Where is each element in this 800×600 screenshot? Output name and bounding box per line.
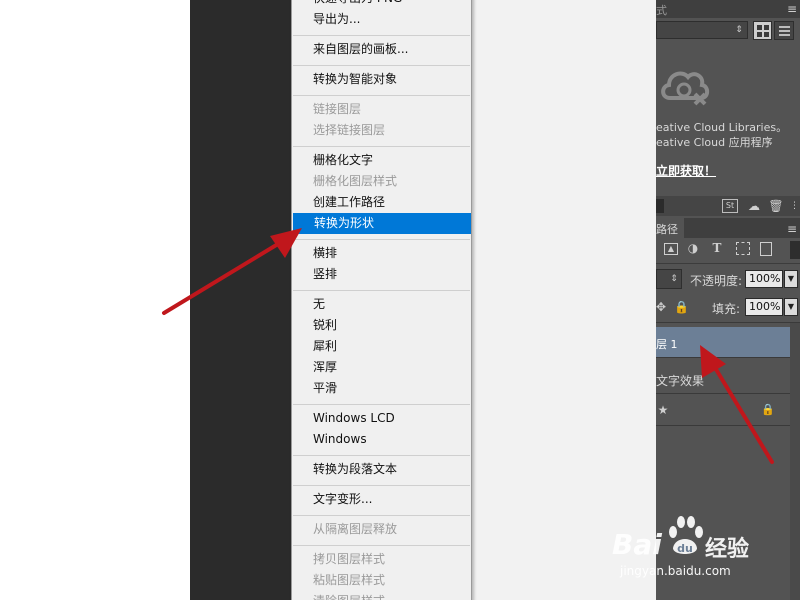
fill-field[interactable]: 100% xyxy=(745,298,783,316)
menu-item-paste-layer-style[interactable]: 粘贴图层样式 xyxy=(292,570,471,591)
fill-slider-arrow-icon[interactable]: ▼ xyxy=(784,298,798,316)
menu-item-convert-smart-object[interactable]: 转换为智能对象 xyxy=(292,69,471,90)
filter-adjustment-icon[interactable]: ◑ xyxy=(686,241,700,255)
outside-area xyxy=(0,0,190,600)
menu-separator xyxy=(293,35,470,36)
fill-label: 填充: xyxy=(712,302,741,316)
menu-item-clear-layer-style[interactable]: 清除图层样式 xyxy=(292,591,471,600)
menu-item-antialias-strong[interactable]: 浑厚 xyxy=(292,357,471,378)
menu-separator xyxy=(293,404,470,405)
menu-item-windows-lcd[interactable]: Windows LCD xyxy=(292,408,471,429)
filter-pixel-icon[interactable]: ▲ xyxy=(664,243,678,255)
resize-grip-icon[interactable]: ⋮ xyxy=(790,201,799,211)
menu-item-warp-text[interactable]: 文字变形... xyxy=(292,489,471,510)
layer-context-menu: 快速导出为 PNG 导出为... 来自图层的画板... 转换为智能对象 链接图层… xyxy=(291,0,472,600)
layer-row[interactable]: 层 1 xyxy=(656,327,800,358)
blend-dropdown-arrow-icon: ⇕ xyxy=(670,274,678,284)
cc-message-line-1: eative Cloud Libraries。 xyxy=(656,121,788,134)
opacity-label: 不透明度: xyxy=(690,274,743,288)
menu-item-antialias-crisp[interactable]: 犀利 xyxy=(292,336,471,357)
menu-item-copy-layer-style[interactable]: 拷贝图层样式 xyxy=(292,549,471,570)
menu-item-link-layers[interactable]: 链接图层 xyxy=(292,99,471,120)
menu-separator xyxy=(293,455,470,456)
filter-smart-object-icon[interactable] xyxy=(760,242,772,256)
layer-name: 层 1 xyxy=(656,338,678,351)
menu-item-rasterize-type[interactable]: 栅格化文字 xyxy=(292,150,471,171)
menu-separator xyxy=(293,290,470,291)
tab-paths-label: 路径 xyxy=(656,223,678,236)
menu-item-convert-paragraph-text[interactable]: 转换为段落文本 xyxy=(292,459,471,480)
watermark-jingyan: 经验 xyxy=(705,537,750,562)
watermark-url: jingyan.baidu.com xyxy=(620,564,731,578)
menu-item-antialias-sharp[interactable]: 锐利 xyxy=(292,315,471,336)
menu-item-horizontal[interactable]: 横排 xyxy=(292,243,471,264)
menu-separator xyxy=(293,515,470,516)
trash-icon[interactable]: 🗑 xyxy=(768,199,784,213)
cc-message-line-2: eative Cloud 应用程序 xyxy=(656,136,773,149)
cloud-sync-icon[interactable]: ☁ xyxy=(745,199,763,213)
menu-item-rasterize-layer-style[interactable]: 栅格化图层样式 xyxy=(292,171,471,192)
menu-separator xyxy=(293,95,470,96)
menu-separator xyxy=(293,545,470,546)
tab-paths[interactable]: 路径 xyxy=(656,218,684,238)
dropdown-arrow-icon: ⇕ xyxy=(735,25,743,35)
svg-text:du: du xyxy=(677,542,693,555)
menu-separator xyxy=(293,485,470,486)
list-view-icon[interactable] xyxy=(774,21,794,40)
menu-separator xyxy=(293,239,470,240)
libraries-tab-label[interactable]: 式 xyxy=(656,2,667,18)
document-canvas xyxy=(470,0,656,600)
creative-cloud-offline-icon xyxy=(661,71,710,106)
opacity-field[interactable]: 100% xyxy=(745,270,783,288)
grid-view-icon[interactable] xyxy=(753,21,772,40)
layer-name: 文字效果 xyxy=(656,374,705,388)
layers-panel-menu-icon[interactable]: ≡ xyxy=(786,222,798,236)
menu-separator xyxy=(293,146,470,147)
menu-item-quick-export-png[interactable]: 快速导出为 PNG xyxy=(292,0,471,9)
layer-effects-icon: ★ xyxy=(657,403,669,417)
layer-row[interactable]: ★ 🔒 xyxy=(656,395,800,426)
menu-item-release-isolation[interactable]: 从隔离图层释放 xyxy=(292,519,471,540)
stock-icon[interactable]: St xyxy=(722,199,738,213)
menu-item-antialias-none[interactable]: 无 xyxy=(292,294,471,315)
menu-item-windows[interactable]: Windows xyxy=(292,429,471,450)
menu-item-artboard-from-layers[interactable]: 来自图层的画板... xyxy=(292,39,471,60)
menu-item-select-linked-layers[interactable]: 选择链接图层 xyxy=(292,120,471,141)
opacity-slider-arrow-icon[interactable]: ▼ xyxy=(784,270,798,288)
watermark-brand: Bai xyxy=(612,528,662,561)
layers-scrollbar[interactable] xyxy=(790,323,800,600)
filter-toggle[interactable] xyxy=(790,241,800,259)
menu-item-vertical[interactable]: 竖排 xyxy=(292,264,471,285)
menu-item-create-work-path[interactable]: 创建工作路径 xyxy=(292,192,471,213)
layer-lock-icon: 🔒 xyxy=(761,403,775,416)
menu-separator xyxy=(293,65,470,66)
menu-item-convert-to-shape[interactable]: 转换为形状 xyxy=(293,213,471,234)
blend-mode-dropdown[interactable]: ⇕ xyxy=(656,269,682,289)
cc-get-now-link[interactable]: 立即获取！ xyxy=(656,162,716,179)
filter-type-icon[interactable]: T xyxy=(710,241,724,255)
lock-position-icon[interactable]: ✥ xyxy=(656,300,666,314)
layers-divider xyxy=(656,322,800,323)
lock-all-icon[interactable]: 🔒 xyxy=(674,300,689,314)
baidu-paw-icon: du xyxy=(669,516,703,555)
menu-item-antialias-smooth[interactable]: 平滑 xyxy=(292,378,471,399)
filter-shape-icon[interactable] xyxy=(736,242,750,255)
libraries-tab-bar xyxy=(656,0,800,18)
menu-item-export-as[interactable]: 导出为... xyxy=(292,9,471,30)
library-footer-field xyxy=(656,199,664,213)
panel-menu-icon[interactable]: ≡ xyxy=(786,2,798,16)
layer-row[interactable]: 文字效果 xyxy=(656,363,800,394)
